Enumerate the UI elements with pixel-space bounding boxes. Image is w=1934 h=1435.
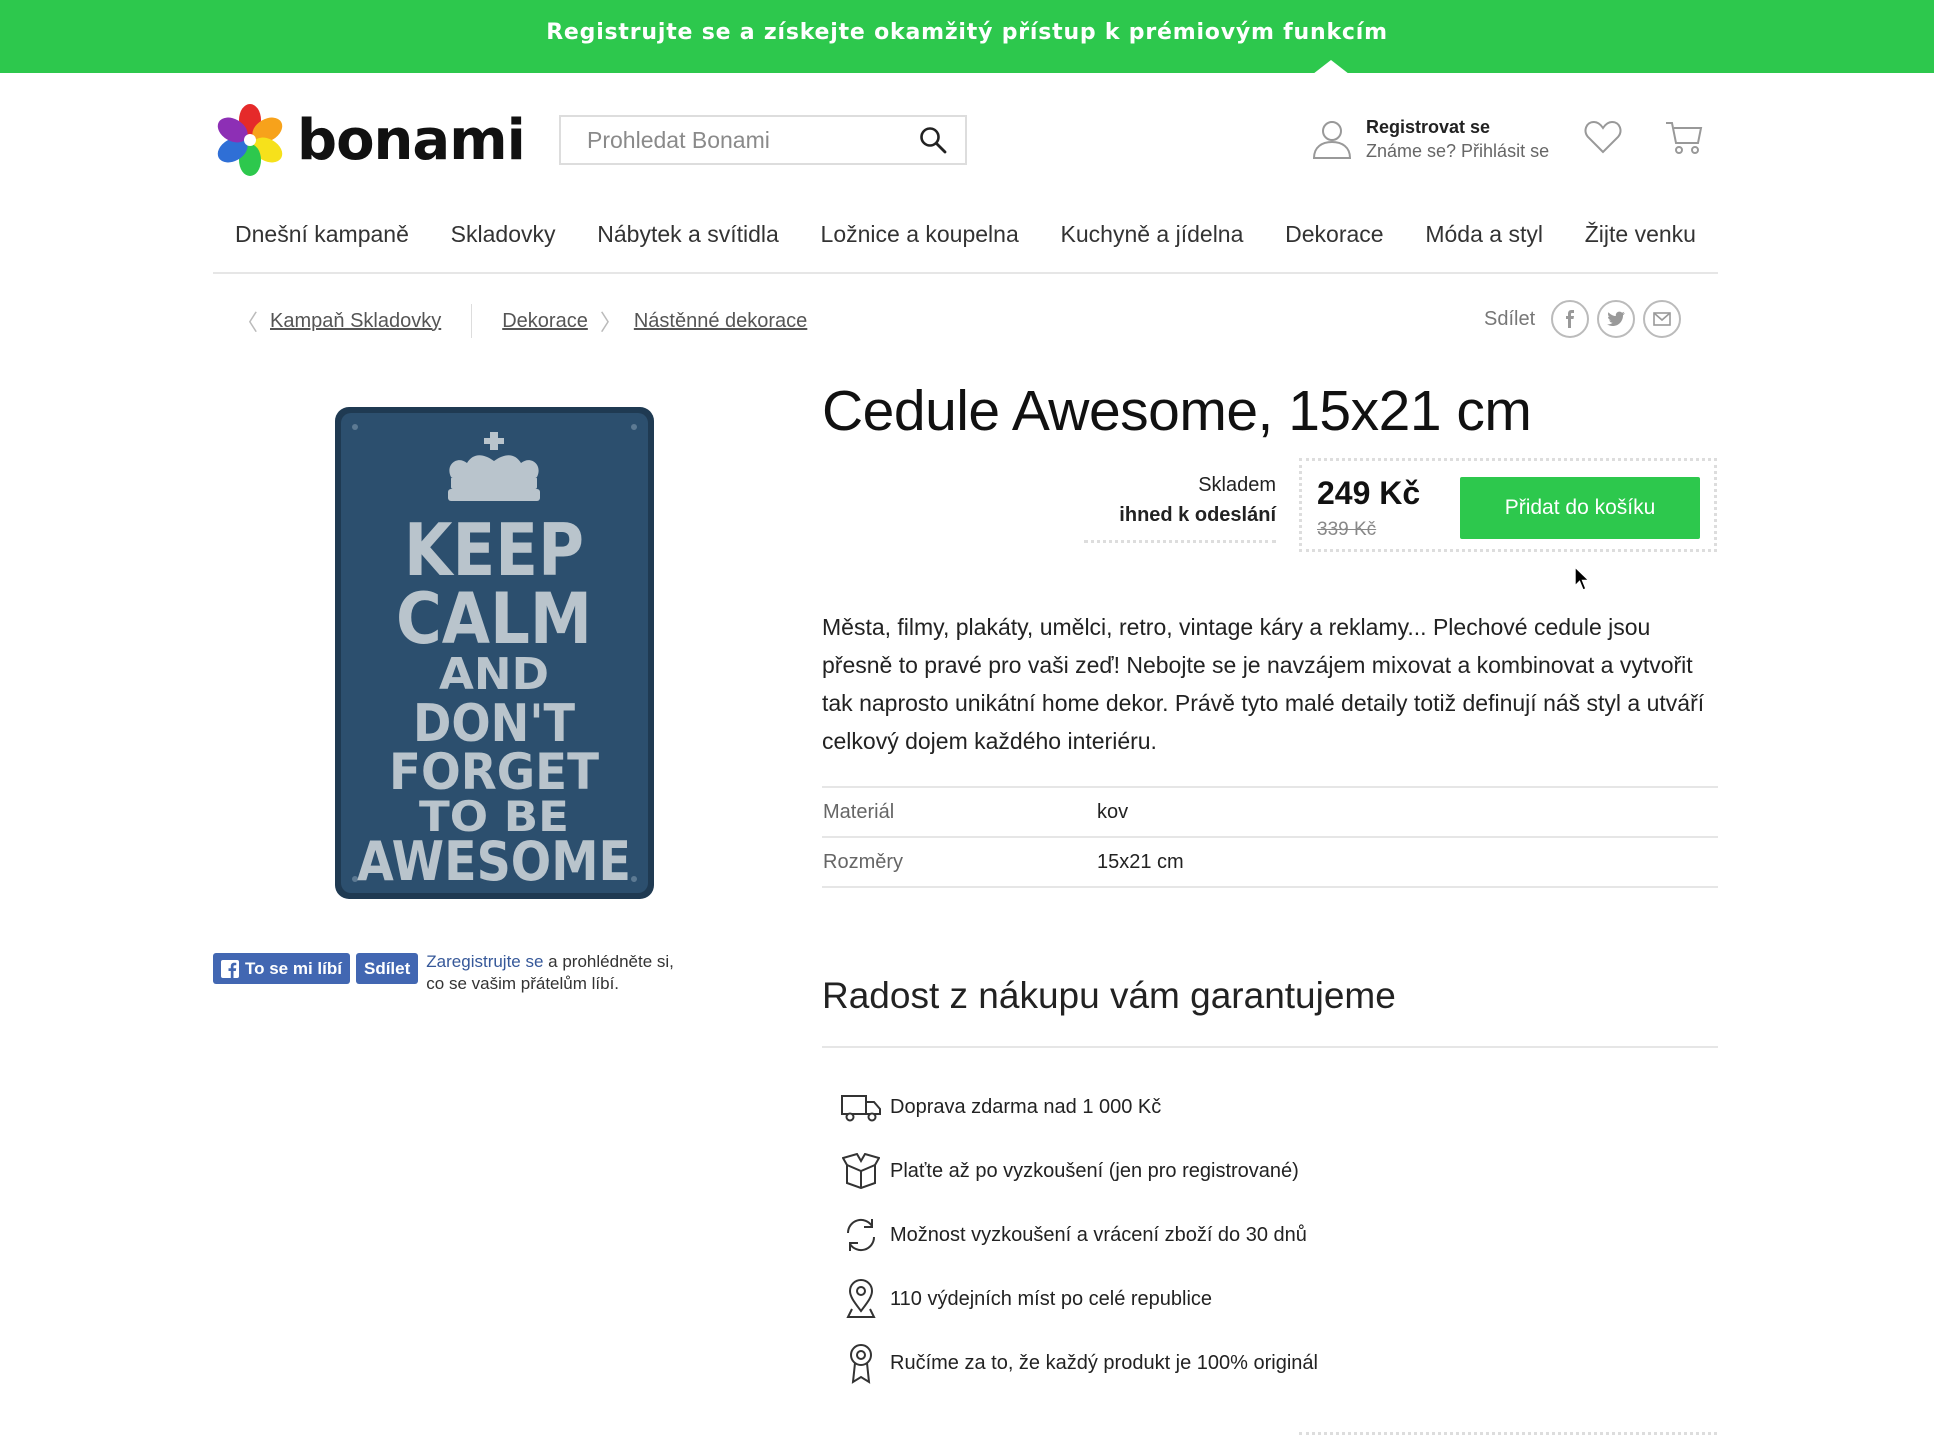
- breadcrumb-back[interactable]: Kampaň Skladovky: [270, 310, 441, 333]
- spec-value: kov: [1096, 786, 1718, 838]
- breadcrumb-divider: [471, 304, 473, 338]
- guarantee-text: Možnost vyzkoušení a vrácení zboží do 30…: [890, 1223, 1307, 1246]
- main-nav: Dnešní kampaně Skladovky Nábytek a svíti…: [213, 212, 1718, 274]
- search-icon[interactable]: [919, 126, 947, 154]
- award-icon: [850, 1344, 872, 1384]
- search-box[interactable]: [559, 115, 967, 165]
- table-row: Materiál kov: [822, 786, 1718, 838]
- facebook-share-icon[interactable]: [1551, 300, 1590, 338]
- login-link[interactable]: Známe se? Přihlásit se: [1366, 139, 1549, 163]
- nav-item-zijte-venku[interactable]: Žijte venku: [1585, 212, 1696, 272]
- bonami-flower-icon: [217, 104, 283, 176]
- cart-icon[interactable]: [1664, 117, 1704, 157]
- list-item: Možnost vyzkoušení a vrácení zboží do 30…: [832, 1203, 1318, 1267]
- nav-item-dekorace[interactable]: Dekorace: [1285, 212, 1383, 272]
- spec-key: Materiál: [822, 786, 1096, 838]
- add-to-cart-button[interactable]: Přidat do košíku: [1460, 477, 1700, 539]
- nav-item-loznice[interactable]: Ložnice a koupelna: [821, 212, 1019, 272]
- table-row: Rozměry 15x21 cm: [822, 836, 1718, 888]
- promo-banner[interactable]: Registrujte se a získejte okamžitý příst…: [0, 0, 1934, 73]
- facebook-widget: To se mi líbí Sdílet Zaregistrujte se a …: [213, 951, 674, 995]
- spec-key: Rozměry: [822, 836, 1096, 888]
- facebook-like-button[interactable]: To se mi líbí: [213, 953, 350, 984]
- logo[interactable]: bonami: [213, 101, 526, 179]
- facebook-register-link[interactable]: Zaregistrujte se: [426, 952, 543, 971]
- old-price: 339 Kč: [1317, 519, 1377, 540]
- chevron-right-icon: 〉: [599, 310, 622, 335]
- sign-line-7: AWESOME: [357, 830, 631, 893]
- guarantee-title: Radost z nákupu vám garantujeme: [822, 975, 1396, 1016]
- spec-value: 15x21 cm: [1096, 836, 1718, 888]
- sign-line-2: CALM: [396, 578, 592, 660]
- search-input[interactable]: [585, 125, 919, 155]
- box-icon: [842, 1153, 880, 1189]
- list-item: Doprava zdarma nad 1 000 Kč: [832, 1075, 1318, 1139]
- facebook-share-label: Sdílet: [363, 959, 411, 978]
- promo-text[interactable]: Registrujte se a získejte okamžitý příst…: [546, 20, 1388, 45]
- nav-item-dnesni-kampane[interactable]: Dnešní kampaně: [235, 212, 409, 272]
- facebook-text-2: co se vašim přátelům líbí.: [426, 974, 620, 993]
- breadcrumb: 〈 Kampaň Skladovky Dekorace 〉 Nástěnné d…: [236, 304, 807, 338]
- truck-icon: [841, 1095, 881, 1122]
- twitter-share-icon[interactable]: [1597, 300, 1636, 338]
- pin-icon: [846, 1279, 876, 1318]
- product-description: Města, filmy, plakáty, umělci, retro, vi…: [822, 614, 1705, 754]
- email-share-icon[interactable]: [1643, 300, 1682, 338]
- list-item: Ručíme za to, že každý produkt je 100% o…: [832, 1331, 1318, 1395]
- heart-icon[interactable]: [1583, 117, 1623, 157]
- list-item: 110 výdejních míst po celé republice: [832, 1267, 1318, 1331]
- product-image[interactable]: KEEP CALM AND DON'T FORGET TO BE AWESOME: [333, 405, 656, 901]
- nav-item-kuchyne[interactable]: Kuchyně a jídelna: [1061, 212, 1244, 272]
- list-item: Plaťte až po vyzkoušení (jen pro registr…: [832, 1139, 1318, 1203]
- share-label: Sdílet: [1484, 307, 1536, 330]
- nav-item-nabytek[interactable]: Nábytek a svítidla: [597, 212, 779, 272]
- facebook-social-text: Zaregistrujte se a prohlédněte si, co se…: [426, 951, 674, 995]
- current-price: 249 Kč: [1317, 475, 1421, 511]
- sign-line-3: AND: [439, 649, 549, 700]
- stock-status: Skladem ihned k odeslání: [1084, 470, 1276, 543]
- shipping-label: ihned k odeslání: [1119, 504, 1276, 526]
- refresh-icon: [846, 1218, 876, 1252]
- spec-table: Materiál kov Rozměry 15x21 cm: [822, 786, 1718, 888]
- price-box: 249 Kč 339 Kč Přidat do košíku: [1299, 458, 1717, 552]
- guarantee-list: Doprava zdarma nad 1 000 Kč Plaťte až po…: [832, 1075, 1318, 1395]
- breadcrumb-item-nastenne[interactable]: Nástěnné dekorace: [634, 310, 807, 333]
- user-icon: [1312, 121, 1352, 159]
- guarantee-text: Doprava zdarma nad 1 000 Kč: [890, 1095, 1162, 1118]
- facebook-icon: [221, 959, 239, 978]
- share-bar: Sdílet: [1484, 300, 1682, 338]
- nav-item-skladovky[interactable]: Skladovky: [451, 212, 556, 272]
- facebook-like-label: To se mi líbí: [245, 959, 342, 978]
- guarantee-divider: [822, 1046, 1718, 1048]
- logo-text: bonami: [297, 107, 526, 173]
- guarantee-text: Plaťte až po vyzkoušení (jen pro registr…: [890, 1159, 1299, 1182]
- chevron-left-icon: 〈: [236, 310, 259, 335]
- stock-label: Skladem: [1198, 474, 1276, 496]
- guarantee-text: Ručíme za to, že každý produkt je 100% o…: [890, 1351, 1318, 1374]
- breadcrumb-item-dekorace[interactable]: Dekorace: [502, 310, 588, 333]
- guarantee-text: 110 výdejních míst po celé republice: [890, 1287, 1213, 1310]
- mouse-cursor-icon: [1574, 566, 1591, 591]
- promo-notch: [1313, 60, 1349, 74]
- register-link[interactable]: Registrovat se: [1366, 115, 1549, 139]
- account-menu[interactable]: Registrovat se Známe se? Přihlásit se: [1310, 115, 1549, 163]
- product-title: Cedule Awesome, 15x21 cm: [822, 379, 1532, 443]
- facebook-text-1: a prohlédněte si,: [543, 952, 674, 971]
- facebook-share-button[interactable]: Sdílet: [355, 953, 419, 984]
- nav-item-moda[interactable]: Móda a styl: [1425, 212, 1543, 272]
